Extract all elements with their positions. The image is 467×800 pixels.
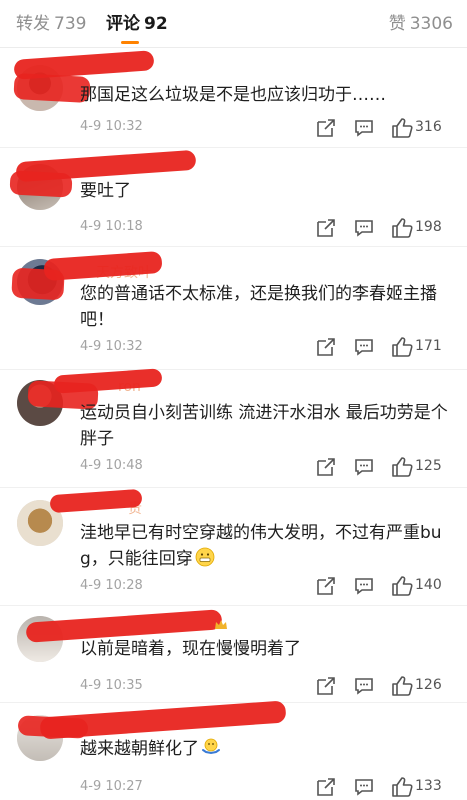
reply-button[interactable] (353, 217, 375, 239)
comment-actions: 126 (315, 675, 451, 697)
crown-badge-icon (215, 620, 227, 629)
like-count: 198 (415, 219, 442, 235)
reply-button[interactable] (353, 336, 375, 358)
thumbs-up-icon (392, 118, 413, 138)
like-button[interactable] (391, 776, 413, 798)
share-icon (317, 677, 335, 695)
share-icon (317, 778, 335, 796)
like-count: 171 (415, 338, 442, 354)
share-button[interactable] (315, 456, 337, 478)
share-button[interactable] (315, 675, 337, 697)
redaction-mark (11, 267, 65, 301)
comment-icon (355, 578, 373, 595)
comment-time: 4-9 10:27 (80, 779, 143, 794)
reply-button[interactable] (353, 117, 375, 139)
like-count: 140 (415, 577, 442, 593)
tab-repost-count: 739 (54, 14, 87, 34)
like-count: 126 (415, 677, 442, 693)
comment-text: 您的普通话不太标准，还是换我们的李春姬主播吧！ (80, 284, 437, 330)
comment-actions: 125 (315, 456, 451, 478)
redaction-mark (9, 170, 73, 198)
like-count: 133 (415, 778, 442, 794)
thumbs-up-icon (392, 676, 413, 696)
thumbs-up-icon (392, 218, 413, 238)
like-button[interactable] (391, 117, 413, 139)
reply-button[interactable] (353, 575, 375, 597)
comment-text: 以前是暗着，现在慢慢明着了 (80, 639, 301, 659)
thumbs-up-icon (392, 576, 413, 596)
share-button[interactable] (315, 575, 337, 597)
shrug-emoji-icon (202, 738, 220, 755)
thumbs-up-icon (392, 337, 413, 357)
grimace-emoji-icon (195, 547, 215, 567)
share-icon (317, 577, 335, 595)
comment-item: 要吐了 4-9 10:18 198 (0, 148, 467, 247)
comment-item: 那国足这么垃圾是不是也应该归功于…… 4-9 10:32 316 (0, 49, 467, 148)
like-button[interactable] (391, 456, 413, 478)
comment-icon (355, 339, 373, 356)
comment-time: 4-9 10:28 (80, 578, 143, 593)
reply-button[interactable] (353, 675, 375, 697)
share-icon (317, 219, 335, 237)
comment-item: 天方致叶 您的普通话不太标准，还是换我们的李春姬主播吧！ 4-9 10:32 1… (0, 247, 467, 370)
tab-repost-label: 转发 (16, 14, 50, 34)
comment-text: 越来越朝鲜化了 (80, 736, 449, 762)
active-tab-indicator (121, 41, 139, 44)
like-button[interactable] (391, 217, 413, 239)
comment-icon (355, 678, 373, 695)
comment-time: 4-9 10:32 (80, 119, 143, 134)
share-button[interactable] (315, 776, 337, 798)
comment-tabs: 转发 739 评论 92 赞 3306 (0, 0, 467, 48)
like-count: 125 (415, 458, 442, 474)
comment-icon (355, 220, 373, 237)
share-icon (317, 338, 335, 356)
comment-actions: 133 (315, 776, 451, 798)
comment-time: 4-9 10:35 (80, 678, 143, 693)
tab-like[interactable]: 赞 3306 (389, 12, 453, 36)
like-count: 316 (415, 119, 442, 135)
share-button[interactable] (315, 217, 337, 239)
thumbs-up-icon (392, 777, 413, 797)
comment-item: 以前是暗着，现在慢慢明着了 4-9 10:35 126 (0, 606, 467, 703)
tab-repost[interactable]: 转发 739 (16, 12, 86, 36)
comment-time: 4-9 10:18 (80, 219, 143, 234)
comment-item: 越来越朝鲜化了 4-9 10:27 133 (0, 700, 467, 800)
tab-like-count: 3306 (409, 14, 453, 34)
reply-button[interactable] (353, 456, 375, 478)
comment-icon (355, 120, 373, 137)
comment-text-content: 洼地早已有时空穿越的伟大发明，不过有严重bug，只能往回穿 (80, 523, 442, 569)
comment-text: 要吐了 (80, 181, 131, 201)
like-button[interactable] (391, 675, 413, 697)
comment-icon (355, 459, 373, 476)
like-button[interactable] (391, 575, 413, 597)
comment-icon (355, 779, 373, 796)
comment-item: ron 运动员自小刻苦训练 流进汗水泪水 最后功劳是个胖子 4-9 10:48 … (0, 368, 467, 488)
comment-actions: 198 (315, 217, 451, 239)
tab-comment-count: 92 (144, 14, 168, 34)
reply-button[interactable] (353, 776, 375, 798)
comment-text: 那国足这么垃圾是不是也应该归功于…… (80, 85, 386, 105)
comment-text-content: 越来越朝鲜化了 (80, 739, 199, 759)
comment-time: 4-9 10:48 (80, 458, 143, 473)
comment-text: 洼地早已有时空穿越的伟大发明，不过有严重bug，只能往回穿 (80, 520, 449, 572)
tab-comment-label: 评论 (106, 14, 140, 34)
comment-actions: 316 (315, 117, 451, 139)
share-icon (317, 458, 335, 476)
comment-actions: 140 (315, 575, 451, 597)
redaction-mark (17, 715, 89, 739)
comment-item: 贵 洼地早已有时空穿越的伟大发明，不过有严重bug，只能往回穿 4-9 10:2… (0, 488, 467, 606)
comment-time: 4-9 10:32 (80, 339, 143, 354)
share-button[interactable] (315, 117, 337, 139)
comment-actions: 171 (315, 336, 451, 358)
share-icon (317, 119, 335, 137)
tab-comment[interactable]: 评论 92 (106, 12, 168, 36)
like-button[interactable] (391, 336, 413, 358)
comment-text: 运动员自小刻苦训练 流进汗水泪水 最后功劳是个胖子 (80, 403, 448, 449)
tab-like-label: 赞 (388, 14, 406, 34)
share-button[interactable] (315, 336, 337, 358)
thumbs-up-icon (392, 457, 413, 477)
